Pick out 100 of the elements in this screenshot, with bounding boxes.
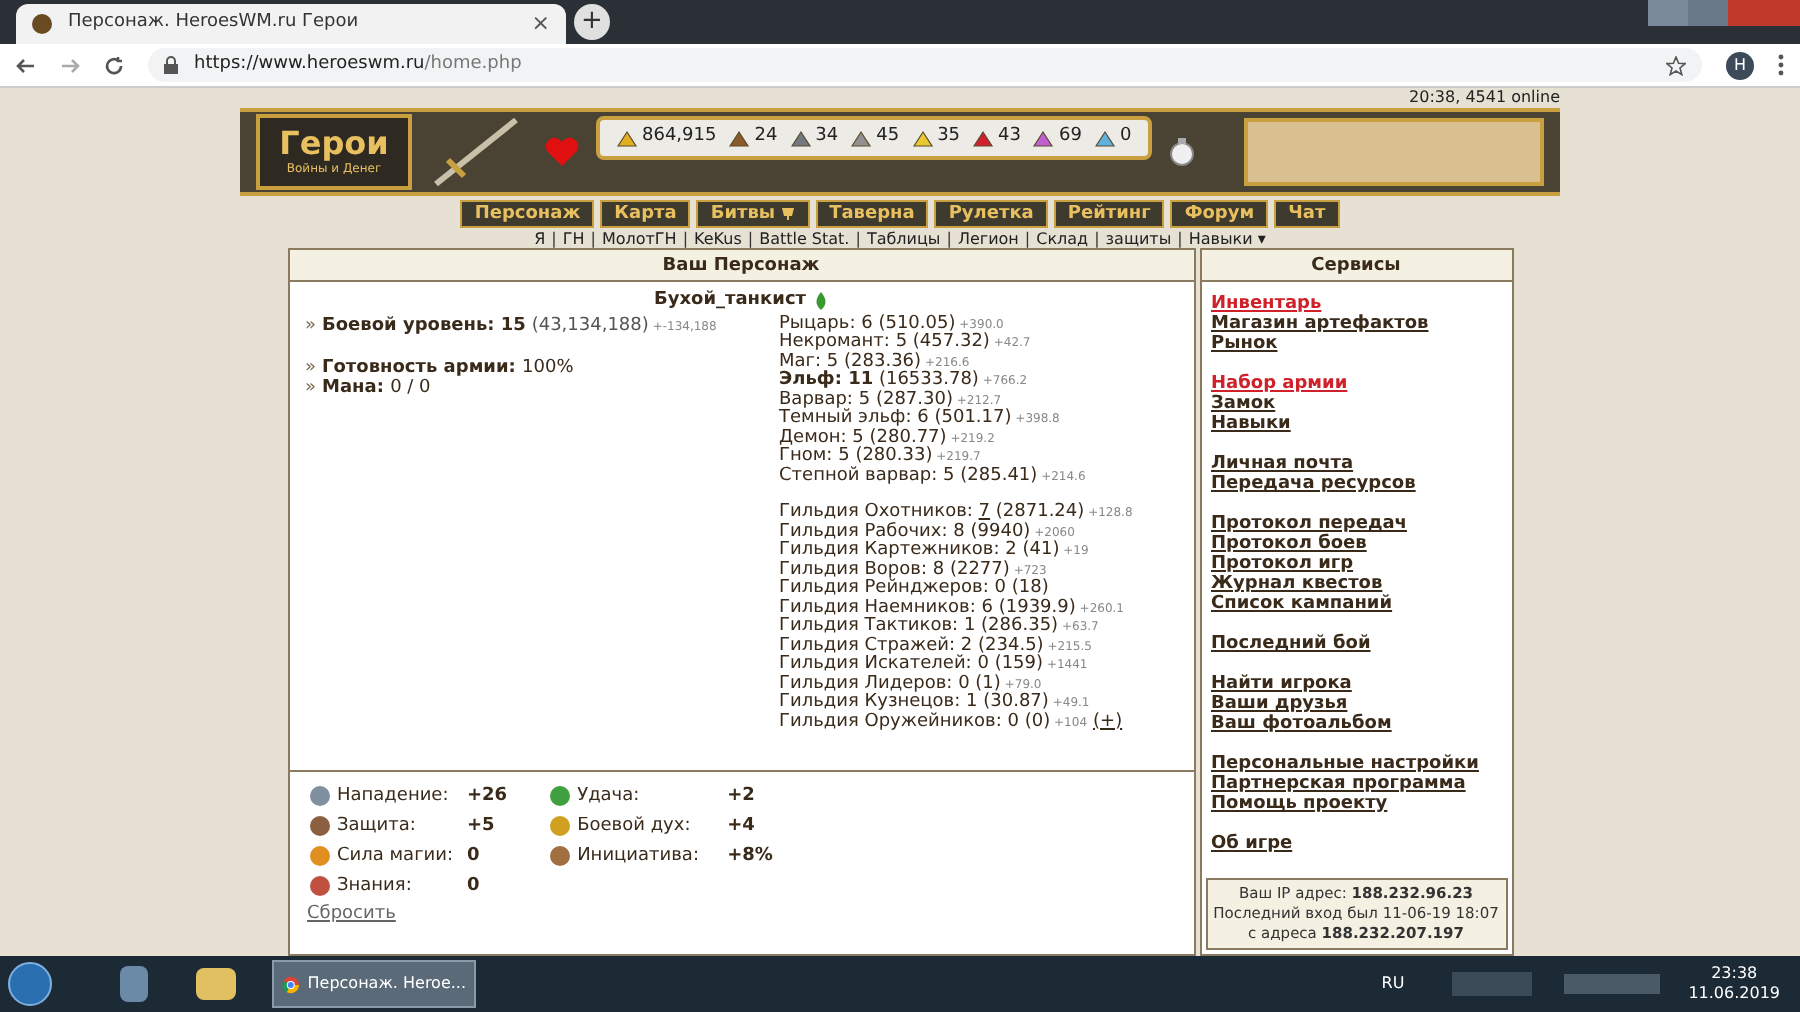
lock-icon: [164, 56, 178, 74]
subnav-link[interactable]: KeKus: [694, 228, 742, 252]
reset-link[interactable]: Сбросить: [307, 902, 396, 929]
resource-amount: 43: [998, 124, 1021, 151]
bullet-mark: »: [305, 377, 317, 397]
trophy-icon: [779, 206, 796, 222]
tab-close-button[interactable]: ×: [531, 7, 550, 41]
separator: |: [855, 228, 861, 252]
menu-icon[interactable]: [1778, 54, 1784, 76]
service-link[interactable]: Протокол игр: [1211, 554, 1354, 574]
resource-amount: 35: [937, 124, 961, 151]
attribute-label: Боевой дух:: [577, 814, 693, 838]
subnav-link[interactable]: ГН: [562, 228, 585, 252]
separator: |: [551, 228, 557, 252]
service-link[interactable]: Инвентарь: [1211, 294, 1322, 314]
attribute-icon: [307, 874, 331, 898]
browser-tab[interactable]: Персонаж. HeroesWM.ru Герои ×: [16, 4, 566, 44]
bullet-mark: »: [305, 316, 317, 336]
nav-tab[interactable]: Персонаж: [460, 200, 595, 228]
guild-line: Гильдия Рейнджеров: 0 (18): [779, 580, 1049, 598]
profile-avatar[interactable]: H: [1726, 51, 1754, 79]
service-link[interactable]: Список кампаний: [1211, 594, 1393, 614]
nav-tab[interactable]: Карта: [600, 200, 691, 228]
subnav-link[interactable]: Я: [534, 228, 546, 252]
logo-title: Герои: [279, 127, 389, 159]
service-link[interactable]: Об игре: [1211, 834, 1293, 854]
taskbar-window-button[interactable]: Персонаж. Heroe...: [272, 960, 476, 1008]
resource-icon: [1032, 129, 1055, 147]
subnav-link[interactable]: Навыки ▾: [1188, 228, 1266, 252]
service-link[interactable]: Протокол боев: [1211, 534, 1367, 554]
site-icon: [32, 14, 52, 34]
attribute-icon: [307, 784, 331, 808]
subnav-link[interactable]: защиты: [1105, 228, 1172, 252]
add-guild-link[interactable]: (+): [1093, 713, 1123, 732]
service-link[interactable]: Персональные настройки: [1211, 754, 1479, 774]
service-link[interactable]: Найти игрока: [1211, 674, 1352, 694]
separator: |: [682, 228, 689, 252]
service-link[interactable]: Набор армии: [1211, 374, 1348, 394]
attribute-label: Знания:: [337, 874, 414, 898]
resource-amount: 45: [876, 124, 900, 151]
attribute-icon: [307, 814, 331, 838]
nav-tab[interactable]: Чат: [1274, 200, 1340, 228]
nav-tab[interactable]: Рейтинг: [1053, 200, 1165, 228]
resource-icon: [850, 129, 873, 147]
attribute-value: +26: [467, 784, 508, 808]
nav-tab[interactable]: Форум: [1170, 200, 1269, 228]
leaf-icon: [814, 292, 828, 311]
new-tab-button[interactable]: +: [574, 4, 610, 40]
service-link[interactable]: Партнерская программа: [1211, 774, 1466, 794]
nav-tab[interactable]: Рулетка: [934, 200, 1048, 228]
service-link[interactable]: Ваши друзья: [1211, 694, 1348, 714]
tab-title: Персонаж. HeroesWM.ru Герои: [68, 10, 361, 37]
nav-tab[interactable]: Таверна: [815, 200, 929, 228]
service-link[interactable]: Ваш фотоальбом: [1211, 714, 1392, 734]
subnav-link[interactable]: Таблицы: [866, 228, 941, 252]
folder-icon[interactable]: [196, 968, 236, 1000]
service-link[interactable]: Замок: [1211, 394, 1276, 414]
language-indicator[interactable]: RU: [1381, 972, 1405, 996]
service-link[interactable]: Магазин артефактов: [1211, 314, 1429, 334]
back-icon[interactable]: [16, 55, 36, 75]
subnav-link[interactable]: МолотГН: [601, 228, 677, 252]
attribute-label: Удача:: [577, 784, 642, 808]
service-link[interactable]: Навыки: [1211, 414, 1291, 434]
resource-amount: 0: [1119, 124, 1132, 151]
panel-header: Сервисы: [1201, 250, 1511, 282]
start-button[interactable]: [8, 962, 52, 1006]
subnav-link[interactable]: Легион: [957, 228, 1019, 252]
attribute-icon: [547, 844, 572, 868]
resource-icon: [972, 129, 995, 147]
character-name: Бухой_танкист: [654, 288, 806, 314]
subnav-link[interactable]: Склад: [1036, 228, 1089, 252]
attribute-icon: [547, 814, 572, 838]
separator: |: [1177, 228, 1183, 252]
attribute-label: Сила магии:: [337, 844, 456, 868]
service-link[interactable]: Журнал квестов: [1211, 574, 1383, 594]
service-link[interactable]: Передача ресурсов: [1211, 474, 1416, 494]
stat-line: Мана: 0 / 0: [322, 377, 431, 397]
ring-icon[interactable]: [1167, 136, 1196, 168]
stat-line: Готовность армии: 100%: [322, 357, 574, 377]
resource-icon: [789, 129, 812, 147]
subnav-link[interactable]: Battle Stat.: [759, 228, 850, 252]
star-icon[interactable]: [1666, 55, 1686, 75]
reload-icon[interactable]: [104, 55, 124, 75]
attribute-value: 0: [467, 874, 480, 898]
clock-time: 23:38: [1711, 964, 1758, 984]
forward-icon[interactable]: [60, 55, 80, 75]
service-link[interactable]: Личная почта: [1211, 454, 1354, 474]
resource-amount: 69: [1058, 124, 1082, 151]
attribute-label: Нападение:: [337, 784, 451, 808]
resource-amount: 864,915: [642, 124, 717, 151]
attribute-value: +8%: [727, 844, 773, 868]
url-text: https://www.heroeswm.ru/home.php: [194, 51, 522, 78]
service-link[interactable]: Помощь проекту: [1211, 794, 1388, 814]
service-link[interactable]: Рынок: [1211, 334, 1278, 354]
address-field[interactable]: https://www.heroeswm.ru/home.php: [148, 48, 1702, 82]
bullet-mark: »: [305, 357, 317, 377]
nav-tab[interactable]: Битвы: [696, 200, 810, 228]
service-link[interactable]: Протокол передач: [1211, 514, 1407, 534]
resource-amount: 34: [815, 124, 839, 151]
service-link[interactable]: Последний бой: [1211, 634, 1371, 654]
